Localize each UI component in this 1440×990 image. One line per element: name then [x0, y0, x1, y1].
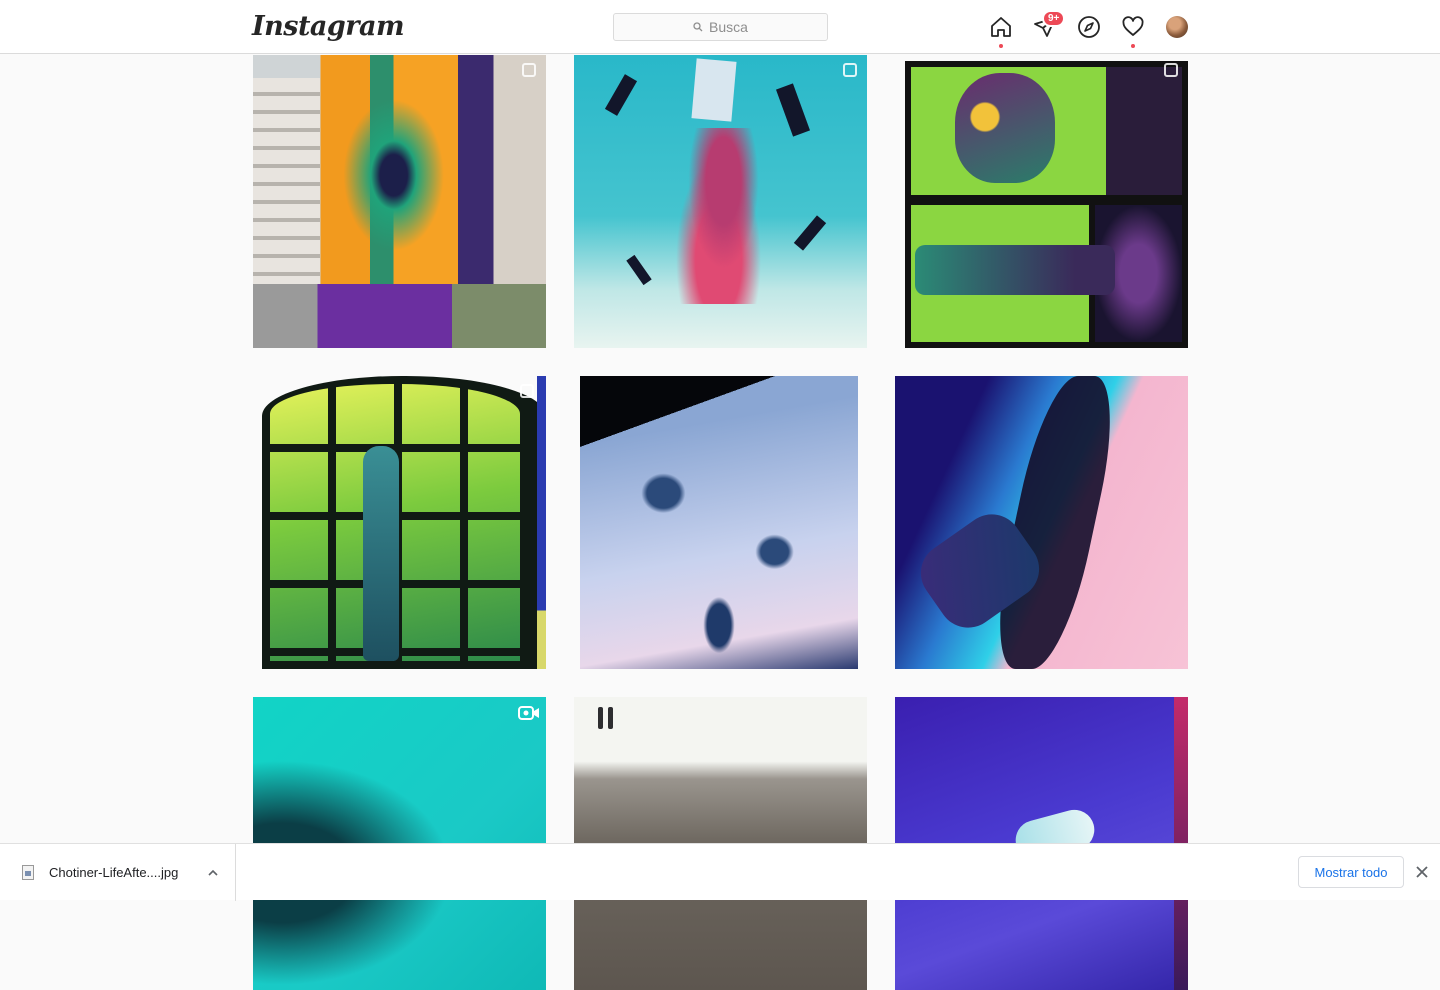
top-nav-bar: Instagram Busca 9+ [0, 0, 1440, 54]
video-icon [518, 706, 539, 720]
search-input[interactable]: Busca [613, 13, 828, 41]
show-all-downloads-button[interactable]: Mostrar todo [1298, 856, 1404, 888]
search-icon [693, 22, 703, 32]
activity-button[interactable] [1120, 14, 1146, 48]
download-item[interactable]: Chotiner-LifeAfte....jpg [0, 844, 236, 901]
instagram-logo[interactable]: Instagram [252, 11, 405, 42]
home-icon [991, 17, 1011, 37]
post-thumbnail[interactable] [253, 55, 546, 348]
image-file-icon [22, 865, 34, 880]
download-shelf: Chotiner-LifeAfte....jpg Mostrar todo [0, 843, 1440, 901]
carousel-icon [1164, 63, 1178, 77]
carousel-icon [520, 384, 534, 398]
chevron-up-icon[interactable] [206, 866, 220, 880]
carousel-icon [843, 63, 857, 77]
post-thumbnail[interactable] [895, 55, 1188, 348]
direct-messages-button[interactable]: 9+ [1032, 10, 1066, 40]
post-thumbnail[interactable] [574, 55, 867, 348]
close-icon[interactable] [1414, 864, 1430, 880]
compass-icon [1078, 16, 1100, 38]
home-activity-dot [999, 44, 1003, 48]
download-file-name: Chotiner-LifeAfte....jpg [49, 865, 179, 880]
home-button[interactable] [988, 14, 1014, 48]
post-thumbnail[interactable] [574, 376, 867, 669]
search-placeholder: Busca [709, 19, 748, 35]
post-thumbnail[interactable] [895, 376, 1188, 669]
profile-avatar[interactable] [1166, 16, 1188, 38]
carousel-icon [522, 63, 536, 77]
activity-dot [1131, 44, 1135, 48]
post-thumbnail[interactable] [253, 376, 546, 669]
heart-icon [1122, 16, 1144, 36]
notifications-badge: 9+ [1042, 10, 1066, 27]
explore-button[interactable] [1076, 14, 1102, 40]
